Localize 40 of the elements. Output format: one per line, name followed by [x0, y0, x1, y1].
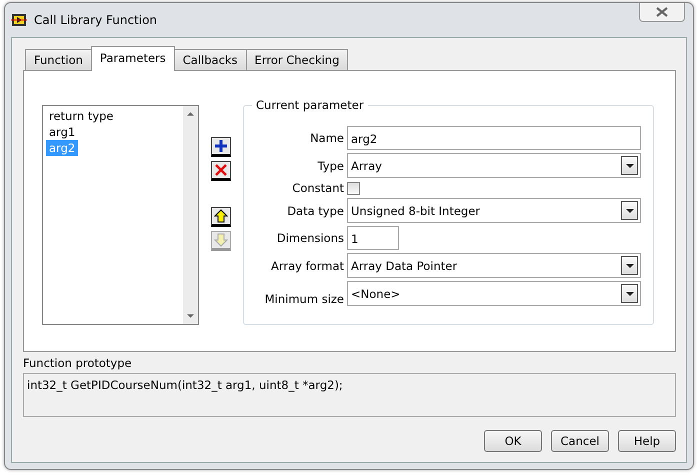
- dropdown[interactable]: <None>: [347, 281, 641, 306]
- tab[interactable]: Error Checking: [246, 49, 348, 70]
- dropdown[interactable]: Array: [347, 153, 641, 178]
- delete-button[interactable]: [211, 161, 231, 181]
- close-button[interactable]: [639, 3, 685, 22]
- dropdown[interactable]: Unsigned 8-bit Integer: [347, 198, 641, 223]
- checkbox[interactable]: [347, 182, 360, 194]
- group-title: Current parameter: [252, 98, 368, 112]
- dialog-button[interactable]: OK: [484, 430, 542, 452]
- list-item[interactable]: arg1: [46, 124, 78, 140]
- window-title: Call Library Function: [34, 13, 158, 27]
- field-label: Dimensions: [276, 231, 344, 245]
- dialog-button[interactable]: Help: [618, 430, 676, 452]
- tab[interactable]: Parameters: [90, 46, 175, 71]
- field-label: Name: [310, 131, 344, 145]
- app-icon: [11, 13, 27, 27]
- cross-icon: [214, 163, 228, 177]
- scroll-up-icon: [187, 112, 194, 116]
- up-button[interactable]: [211, 207, 231, 227]
- scroll-down-icon: [187, 314, 194, 318]
- add-button[interactable]: [211, 137, 231, 157]
- field-label: Minimum size: [264, 292, 344, 306]
- down-arrow-icon: [214, 233, 228, 247]
- plus-icon: [214, 139, 228, 153]
- scrollbar[interactable]: [183, 106, 198, 324]
- number-field[interactable]: 1: [347, 226, 399, 250]
- up-arrow-icon: [214, 209, 228, 223]
- prototype-text: int32_t GetPIDCourseNum(int32_t arg1, uint8_t *arg2);: [23, 373, 676, 417]
- close-icon: [656, 7, 668, 17]
- field-label: Constant: [292, 181, 344, 195]
- dialog-button[interactable]: Cancel: [551, 430, 609, 452]
- list-item[interactable]: return type: [46, 108, 117, 124]
- prototype-label: Function prototype: [23, 356, 133, 370]
- field-label: Type: [318, 158, 344, 172]
- text-field[interactable]: arg2: [347, 126, 641, 150]
- dropdown[interactable]: Array Data Pointer: [347, 253, 641, 278]
- tab[interactable]: Callbacks: [174, 49, 247, 70]
- field-label: Array format: [271, 258, 344, 272]
- field-label: Data type: [287, 204, 344, 218]
- tab[interactable]: Function: [25, 49, 92, 70]
